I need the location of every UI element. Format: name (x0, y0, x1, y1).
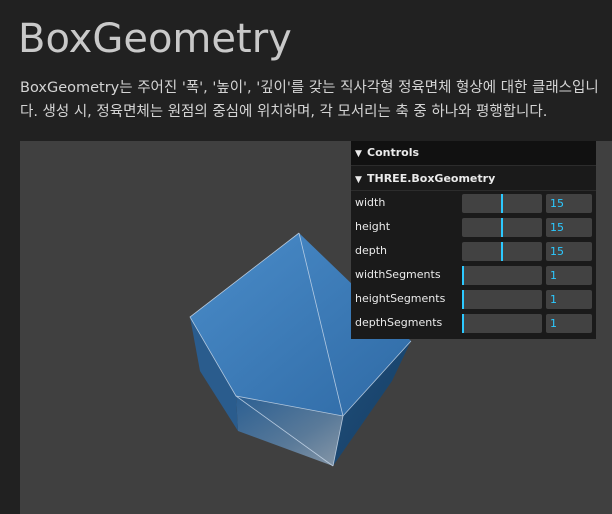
slider-thumb[interactable] (501, 218, 503, 237)
control-row-widthSegments: widthSegments 1 (351, 263, 596, 287)
folder-header[interactable]: ▼ THREE.BoxGeometry (351, 168, 596, 191)
control-label: depth (355, 244, 388, 257)
controls-title: Controls (367, 146, 420, 159)
page-description: BoxGeometry는 주어진 '폭', '높이', '깊이'를 갖는 직사각… (20, 80, 599, 120)
widthSegments-input[interactable]: 1 (546, 266, 592, 285)
slider-thumb[interactable] (501, 242, 503, 261)
widthSegments-slider[interactable] (462, 266, 542, 285)
height-input[interactable]: 15 (546, 218, 592, 237)
control-label: widthSegments (355, 268, 441, 281)
control-label: heightSegments (355, 292, 446, 305)
page-title: BoxGeometry (18, 16, 292, 62)
depth-slider[interactable] (462, 242, 542, 261)
control-label: depthSegments (355, 316, 443, 329)
depth-input[interactable]: 15 (546, 242, 592, 261)
controls-header[interactable]: ▼ Controls (351, 141, 596, 166)
control-row-width: width 15 (351, 191, 596, 215)
chevron-down-icon: ▼ (355, 175, 362, 185)
heightSegments-input[interactable]: 1 (546, 290, 592, 309)
control-label: height (355, 220, 391, 233)
slider-thumb[interactable] (462, 266, 464, 285)
control-row-heightSegments: heightSegments 1 (351, 287, 596, 311)
slider-thumb[interactable] (501, 194, 503, 213)
control-row-depth: depth 15 (351, 239, 596, 263)
control-label: width (355, 196, 386, 209)
depthSegments-slider[interactable] (462, 314, 542, 333)
heightSegments-slider[interactable] (462, 290, 542, 309)
width-input[interactable]: 15 (546, 194, 592, 213)
chevron-down-icon: ▼ (355, 149, 362, 159)
width-slider[interactable] (462, 194, 542, 213)
control-row-height: height 15 (351, 215, 596, 239)
depthSegments-input[interactable]: 1 (546, 314, 592, 333)
control-row-depthSegments: depthSegments 1 (351, 311, 596, 335)
controls-panel: ▼ Controls ▼ THREE.BoxGeometry width 15 he… (351, 141, 596, 339)
folder-title: THREE.BoxGeometry (367, 172, 496, 185)
height-slider[interactable] (462, 218, 542, 237)
slider-thumb[interactable] (462, 290, 464, 309)
slider-thumb[interactable] (462, 314, 464, 333)
